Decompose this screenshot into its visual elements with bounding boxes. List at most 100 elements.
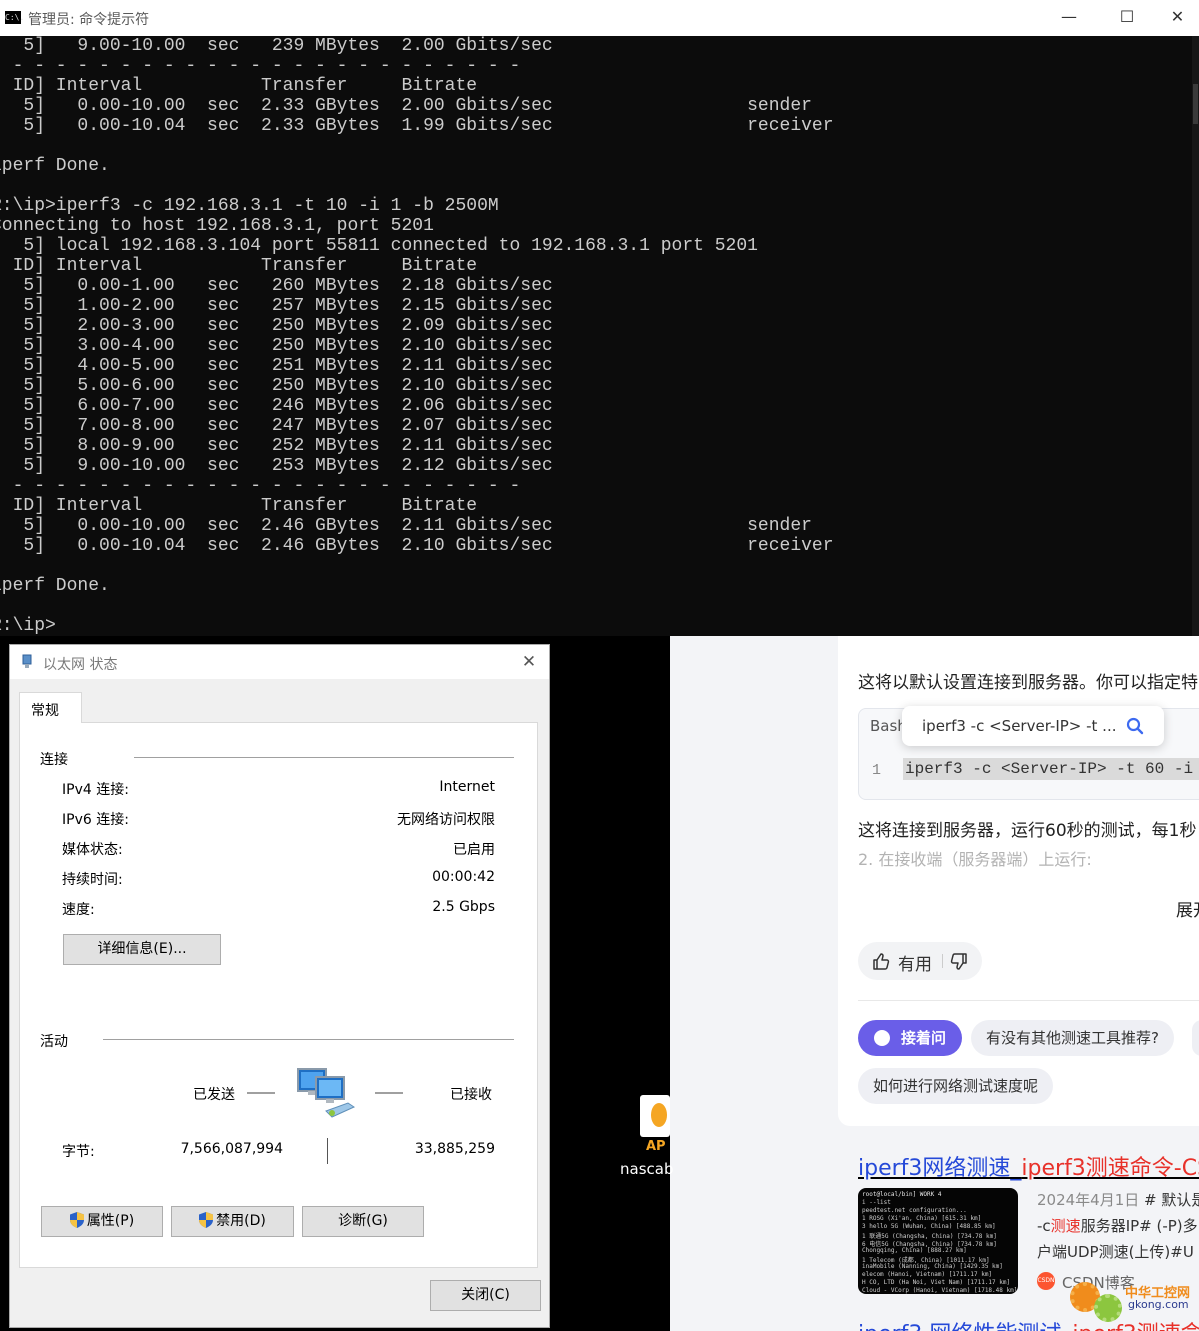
code-line-number: 1 [872, 762, 882, 779]
diagnose-button[interactable]: 诊断(G) [302, 1206, 424, 1237]
console-line: Connecting to host 192.168.3.1, port 520… [0, 216, 434, 236]
gkong-watermark: 中华工控网 gkong.com [1070, 1276, 1190, 1331]
close-button[interactable]: ✕ [1156, 0, 1199, 36]
ipv6-value: 无网络访问权限 [397, 812, 495, 828]
bytes-sent-value: 7,566,087,994 [180, 1141, 283, 1157]
thumbnail-terminal-line: peedtest.net configuration... [862, 1207, 967, 1214]
result-1-snippet-line-2: -c测速服务器IP# (-P)多 [1037, 1215, 1198, 1236]
answer-step2-text: 2. 在接收端（服务器端）上运行: [858, 850, 1092, 869]
console-line: [ 5] 0.00-10.04 sec 2.46 GBytes 2.10 Gbi… [0, 536, 834, 556]
result-1-snippet-1: # 默认是 [1144, 1191, 1199, 1209]
cmd-app-icon: C:\. [5, 11, 25, 24]
computers-network-icon [297, 1068, 356, 1118]
search-icon[interactable] [1126, 717, 1144, 735]
selection-search-popup[interactable]: iperf3 -c <Server-IP> -t ... [902, 706, 1164, 746]
nascab-app-icon: AP [638, 1095, 670, 1157]
search-result-thumbnail[interactable]: root@local/bin] WORK 4i --list peedtest.n… [858, 1188, 1018, 1294]
result-1-title-part-blue: iperf3网络测速_ [858, 1156, 1022, 1181]
suggestion-chip-howto[interactable]: 如何进行网络测试速度呢 [858, 1068, 1054, 1104]
result-1-snippet-2a: -c [1037, 1217, 1051, 1235]
result-2-title-part-blue: iperf3 网络性能测试_ [858, 1322, 1072, 1331]
thumbnail-terminal-line: inaMobile (Nanning, China) [1429.35 km] [862, 1263, 1003, 1270]
connection-group-rule [134, 757, 514, 758]
useful-feedback-pill: 有用 [858, 942, 982, 980]
console-line: [ 5] local 192.168.3.104 port 55811 conn… [0, 236, 758, 256]
ai-answer-card: 这将以默认设置连接到服务器。你可以指定特 Bash 1 iperf3 -c <S… [838, 636, 1199, 1126]
console-line: [ 5] 4.00-5.00 sec 251 MBytes 2.11 Gbits… [0, 356, 553, 376]
nascab-icon-face [640, 1095, 670, 1137]
dialog-close-icon[interactable]: ✕ [512, 650, 546, 676]
maximize-button[interactable]: ☐ [1098, 0, 1156, 36]
properties-label: 属性(P) [86, 1213, 135, 1229]
minimize-button[interactable]: — [1040, 0, 1098, 36]
console-line: [ 5] 9.00-10.00 sec 239 MBytes 2.00 Gbit… [0, 36, 553, 56]
result-1-snippet-2b: 测速 [1050, 1217, 1081, 1235]
cmd-scrollbar[interactable] [1192, 36, 1199, 636]
console-line: iperf Done. [0, 156, 110, 176]
suggestion-chip-partial[interactable] [1192, 1020, 1199, 1056]
console-line: [ 5] 5.00-6.00 sec 250 MBytes 2.10 Gbits… [0, 376, 553, 396]
close-dialog-button[interactable]: 关闭(C) [430, 1280, 541, 1311]
activity-group-label: 活动 [40, 1034, 68, 1050]
thumbs-up-icon[interactable] [872, 952, 890, 970]
duration-label: 持续时间: [62, 872, 123, 888]
dialog-titlebar[interactable]: 以太网 状态 ✕ [10, 645, 549, 679]
nascab-icon-badge: AP [646, 1139, 666, 1154]
media-state-value: 已启用 [453, 842, 495, 858]
console-line: [ 5] 3.00-4.00 sec 250 MBytes 2.10 Gbits… [0, 336, 553, 356]
thumbnail-terminal-line: 1 ROSG (Xi'an, China) [615.31 km] [862, 1215, 982, 1222]
follow-up-ask-button[interactable]: 接着问 [858, 1020, 962, 1056]
thumbs-down-icon[interactable] [950, 953, 968, 971]
follow-up-ask-label: 接着问 [901, 1029, 947, 1047]
console-line: [ ID] Interval Transfer Bitrate [0, 76, 478, 96]
console-line: [ 5] 2.00-3.00 sec 250 MBytes 2.09 Gbits… [0, 316, 553, 336]
console-line: [ 5] 6.00-7.00 sec 246 MBytes 2.06 Gbits… [0, 396, 553, 416]
code-line-selected[interactable]: iperf3 -c <Server-IP> -t 60 -i 1 [903, 758, 1199, 780]
browser-page: 这将以默认设置连接到服务器。你可以指定特 Bash 1 iperf3 -c <S… [670, 636, 1199, 1331]
suggestion-chip-tools[interactable]: 有没有其他测速工具推荐? [971, 1020, 1174, 1056]
uac-shield-icon [199, 1212, 214, 1228]
sent-label: 已发送 [193, 1087, 235, 1103]
expand-link[interactable]: 展开 [1176, 896, 1199, 921]
nascab-icon-label[interactable]: nascab [620, 1160, 673, 1178]
search-result-title-1[interactable]: iperf3网络测速_iperf3测速命令-CS [858, 1150, 1199, 1182]
console-line: - - - - - - - - - - - - - - - - - - - - … [0, 56, 521, 76]
result-1-snippet-2c: 服务器IP# (-P)多 [1080, 1217, 1198, 1235]
thumbnail-terminal-line: 3 hello 5G (Wuhan, China) [488.85 km] [862, 1223, 996, 1230]
media-state-label: 媒体状态: [62, 842, 123, 858]
ipv4-value: Internet [439, 779, 495, 795]
properties-button[interactable]: 属性(P) [41, 1206, 163, 1237]
bytes-received-value: 33,885,259 [414, 1141, 495, 1157]
duration-value: 00:00:42 [432, 869, 495, 885]
console-line: [ 5] 0.00-10.04 sec 2.33 GBytes 1.99 Gbi… [0, 116, 834, 136]
thumbnail-terminal-line: H CO, LTD (Ha Noi, Viet Nam) [1711.17 km… [862, 1279, 1011, 1286]
cmd-scrollbar-thumb[interactable] [1193, 84, 1198, 124]
ipv4-label: IPv4 连接: [62, 782, 129, 798]
cmd-window[interactable]: C:\. 管理员: 命令提示符 — ☐ ✕ [ 5] 9.00-10.00 se… [0, 0, 1199, 636]
thumbnail-terminal-line: root@local/bin] WORK 4 [862, 1191, 942, 1198]
useful-separator [942, 954, 943, 968]
console-line: [ 5] 0.00-10.00 sec 2.46 GBytes 2.11 Gbi… [0, 516, 812, 536]
received-link-line [375, 1092, 403, 1094]
console-line: [ 5] 7.00-8.00 sec 247 MBytes 2.07 Gbits… [0, 416, 553, 436]
bolt-icon [651, 1103, 667, 1127]
card-divider [858, 1000, 1199, 1001]
thumbnail-terminal-line: Cloud - VCorp (Hanoi, Vietnam) [1718.48 … [862, 1287, 1018, 1294]
network-adapter-icon [22, 654, 32, 668]
ethernet-status-dialog[interactable]: 以太网 状态 ✕ 常规 连接 IPv4 连接: Internet IPv6 连接… [9, 644, 550, 1328]
activity-group-rule [103, 1039, 514, 1040]
details-button[interactable]: 详细信息(E)... [63, 934, 221, 965]
console-line: - - - - - - - - - - - - - - - - - - - - … [0, 476, 521, 496]
disable-button[interactable]: 禁用(D) [171, 1206, 294, 1237]
tab-general[interactable]: 常规 [19, 692, 82, 723]
connection-group-label: 连接 [40, 752, 68, 768]
result-1-snippet-line-1: 2024年4月1日 # 默认是 [1037, 1189, 1199, 1210]
console-line: [ 5] 1.00-2.00 sec 257 MBytes 2.15 Gbits… [0, 296, 553, 316]
cmd-console-output[interactable]: [ 5] 9.00-10.00 sec 239 MBytes 2.00 Gbit… [0, 36, 1192, 636]
useful-label[interactable]: 有用 [898, 950, 932, 975]
gear-icon-small [1094, 1294, 1122, 1322]
answer-intro-text: 这将以默认设置连接到服务器。你可以指定特 [858, 673, 1198, 693]
nascab-desktop-icon[interactable]: AP [638, 1095, 670, 1159]
cmd-titlebar[interactable]: C:\. 管理员: 命令提示符 — ☐ ✕ [0, 0, 1199, 36]
console-line: [ 5] 0.00-10.00 sec 2.33 GBytes 2.00 Gbi… [0, 96, 812, 116]
